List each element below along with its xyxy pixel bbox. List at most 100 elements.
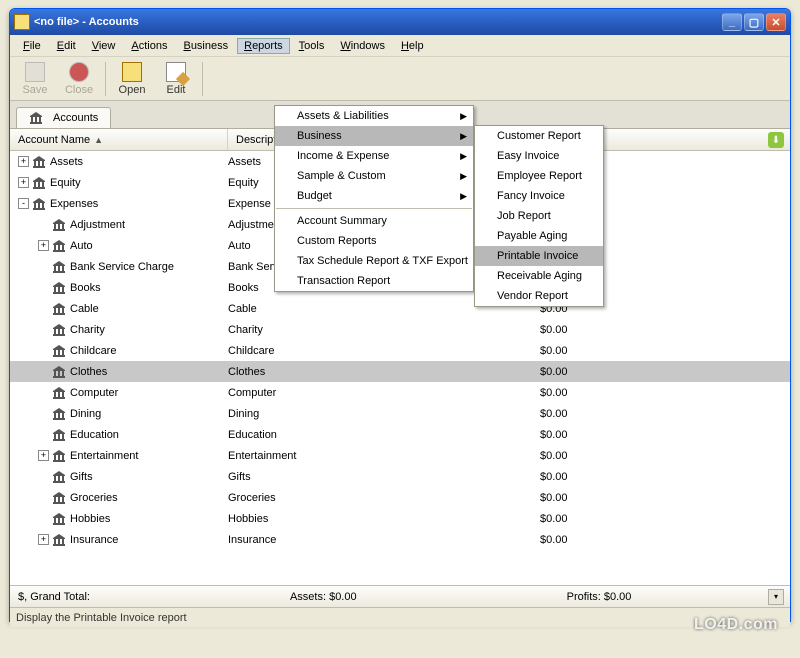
table-row[interactable]: +EntertainmentEntertainment$0.00 bbox=[10, 445, 790, 466]
save-icon bbox=[25, 62, 45, 82]
menubar: File Edit View Actions Business Reports … bbox=[10, 35, 790, 57]
account-name: Expenses bbox=[50, 198, 98, 210]
table-row[interactable]: Groceries Groceries $0.00 bbox=[10, 487, 790, 508]
menu-tools[interactable]: Tools bbox=[292, 38, 332, 54]
account-name: Groceries bbox=[70, 492, 118, 504]
account-name: Hobbies bbox=[70, 513, 110, 525]
table-row[interactable]: Hobbies Hobbies $0.00 bbox=[10, 508, 790, 529]
account-total: $0.00 bbox=[540, 429, 568, 441]
account-desc: Hobbies bbox=[228, 513, 268, 525]
business-menu-item[interactable]: Receivable Aging bbox=[475, 266, 603, 286]
watermark: LO4D.com bbox=[694, 616, 778, 634]
table-row[interactable]: Childcare Childcare $0.00 bbox=[10, 340, 790, 361]
account-desc: Entertainment bbox=[228, 450, 296, 462]
menu-business[interactable]: Business bbox=[176, 38, 235, 54]
tree-expander[interactable]: + bbox=[18, 177, 29, 188]
reports-menu-item[interactable]: Sample & Custom▶ bbox=[275, 166, 473, 186]
reports-menu-item[interactable]: Assets & Liabilities▶ bbox=[275, 106, 473, 126]
account-name: Childcare bbox=[70, 345, 116, 357]
account-total: $0.00 bbox=[540, 492, 568, 504]
account-total: $0.00 bbox=[540, 324, 568, 336]
account-total: $0.00 bbox=[540, 345, 568, 357]
bank-icon bbox=[52, 429, 66, 441]
open-button[interactable]: Open bbox=[111, 59, 153, 99]
account-desc: Charity bbox=[228, 324, 263, 336]
account-desc: Childcare bbox=[228, 345, 274, 357]
reports-menu-item[interactable]: Budget▶ bbox=[275, 186, 473, 206]
business-menu-item[interactable]: Employee Report bbox=[475, 166, 603, 186]
header-account-name[interactable]: Account Name▲ bbox=[10, 129, 228, 150]
menu-file[interactable]: File bbox=[16, 38, 48, 54]
menu-edit[interactable]: Edit bbox=[50, 38, 83, 54]
table-row[interactable]: EducationEducation$0.00 bbox=[10, 424, 790, 445]
tree-expander[interactable]: + bbox=[38, 240, 49, 251]
edit-button[interactable]: Edit bbox=[155, 59, 197, 99]
menu-actions[interactable]: Actions bbox=[124, 38, 174, 54]
account-desc: Education bbox=[228, 429, 277, 441]
account-total: $0.00 bbox=[540, 408, 568, 420]
close-doc-button[interactable]: Close bbox=[58, 59, 100, 99]
submenu-arrow-icon: ▶ bbox=[460, 151, 467, 162]
tree-expander[interactable]: + bbox=[38, 450, 49, 461]
reports-menu-item[interactable]: Transaction Report bbox=[275, 271, 473, 291]
account-name: Equity bbox=[50, 177, 81, 189]
tree-expander[interactable]: + bbox=[18, 156, 29, 167]
window-title: <no file> - Accounts bbox=[34, 16, 722, 28]
account-name: Charity bbox=[70, 324, 105, 336]
account-total: $0.00 bbox=[540, 387, 568, 399]
table-row[interactable]: ComputerComputer$0.00 bbox=[10, 382, 790, 403]
reports-menu-item[interactable]: Business▶ bbox=[275, 126, 473, 146]
sort-asc-icon: ▲ bbox=[94, 135, 103, 145]
account-name: Assets bbox=[50, 156, 83, 168]
reports-menu-item[interactable]: Custom Reports bbox=[275, 231, 473, 251]
summary-dropdown-button[interactable]: ▾ bbox=[768, 589, 784, 605]
business-menu-item[interactable]: Job Report bbox=[475, 206, 603, 226]
account-name: Books bbox=[70, 282, 101, 294]
save-button[interactable]: Save bbox=[14, 59, 56, 99]
reports-menu-item[interactable]: Account Summary bbox=[275, 211, 473, 231]
business-menu-item[interactable]: Vendor Report bbox=[475, 286, 603, 306]
tree-expander[interactable]: + bbox=[38, 534, 49, 545]
account-total: $0.00 bbox=[540, 513, 568, 525]
close-button[interactable]: ✕ bbox=[766, 13, 786, 31]
account-desc: Books bbox=[228, 282, 259, 294]
business-submenu: Customer ReportEasy InvoiceEmployee Repo… bbox=[474, 125, 604, 307]
menu-windows[interactable]: Windows bbox=[333, 38, 392, 54]
account-desc: Clothes bbox=[228, 366, 265, 378]
account-name: Adjustment bbox=[70, 219, 125, 231]
account-name: Computer bbox=[70, 387, 118, 399]
toolbar: Save Close Open Edit Assets & Liabilitie… bbox=[10, 57, 790, 101]
tab-accounts[interactable]: Accounts bbox=[16, 107, 111, 128]
titlebar[interactable]: <no file> - Accounts _ ▢ ✕ bbox=[10, 9, 790, 35]
account-total: $0.00 bbox=[540, 534, 568, 546]
account-desc: Groceries bbox=[228, 492, 276, 504]
menu-reports[interactable]: Reports bbox=[237, 38, 290, 54]
business-menu-item[interactable]: Fancy Invoice bbox=[475, 186, 603, 206]
maximize-button[interactable]: ▢ bbox=[744, 13, 764, 31]
table-row[interactable]: ClothesClothes$0.00 bbox=[10, 361, 790, 382]
business-menu-item[interactable]: Easy Invoice bbox=[475, 146, 603, 166]
column-options-button[interactable]: ⬇ bbox=[768, 132, 784, 148]
table-row[interactable]: GiftsGifts$0.00 bbox=[10, 466, 790, 487]
bank-icon bbox=[32, 156, 46, 168]
edit-icon bbox=[166, 62, 186, 82]
menu-view[interactable]: View bbox=[85, 38, 123, 54]
status-text: Display the Printable Invoice report bbox=[16, 612, 187, 624]
business-menu-item[interactable]: Customer Report bbox=[475, 126, 603, 146]
bank-icon bbox=[32, 198, 46, 210]
tree-expander[interactable]: - bbox=[18, 198, 29, 209]
account-desc: Expense bbox=[228, 198, 271, 210]
reports-menu-item[interactable]: Income & Expense▶ bbox=[275, 146, 473, 166]
reports-menu-item[interactable]: Tax Schedule Report & TXF Export bbox=[275, 251, 473, 271]
menu-help[interactable]: Help bbox=[394, 38, 431, 54]
table-row[interactable]: Charity Charity $0.00 bbox=[10, 319, 790, 340]
submenu-arrow-icon: ▶ bbox=[460, 171, 467, 182]
account-total: $0.00 bbox=[540, 366, 568, 378]
minimize-button[interactable]: _ bbox=[722, 13, 742, 31]
business-menu-item[interactable]: Payable Aging bbox=[475, 226, 603, 246]
table-row[interactable]: +InsuranceInsurance$0.00 bbox=[10, 529, 790, 550]
table-row[interactable]: CableCable$0.00 bbox=[10, 298, 790, 319]
table-row[interactable]: DiningDining$0.00 bbox=[10, 403, 790, 424]
submenu-arrow-icon: ▶ bbox=[460, 131, 467, 142]
business-menu-item[interactable]: Printable Invoice bbox=[475, 246, 603, 266]
